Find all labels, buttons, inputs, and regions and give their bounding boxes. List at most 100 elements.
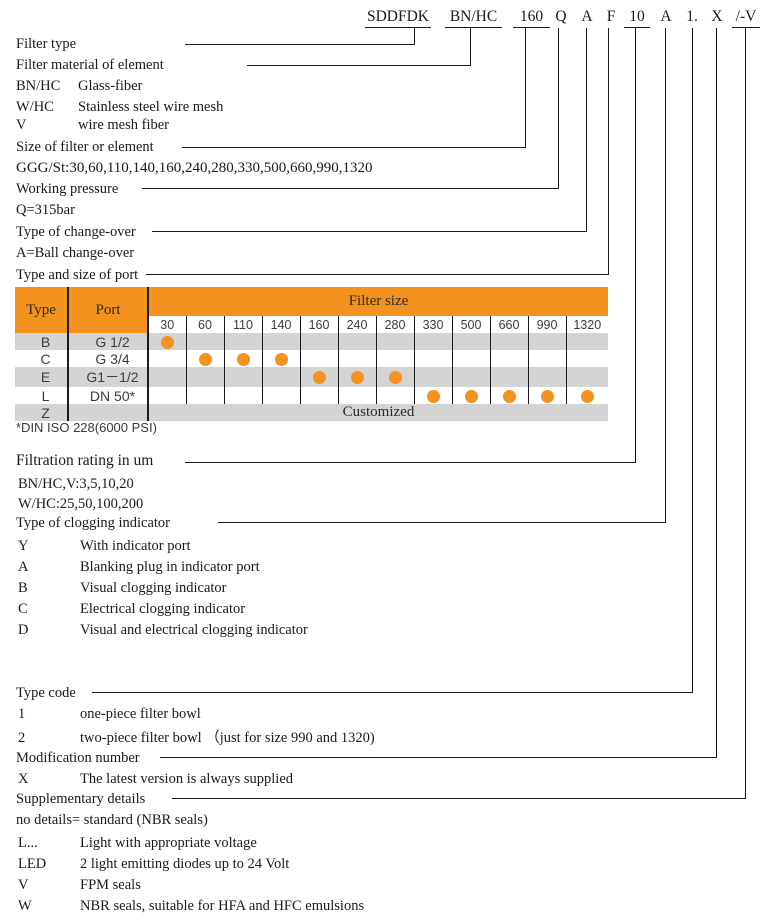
- clogging-code-4: D: [18, 622, 29, 638]
- availability-dot: [236, 352, 250, 366]
- mark-cell: [300, 333, 339, 350]
- material-code-2: V: [16, 117, 27, 133]
- mark-cell: [528, 387, 567, 404]
- order-code-string: SDDFDK BN/HC 160 Q A F 10 A 1. X /-V: [0, 8, 772, 30]
- leader-h-type-code: [92, 692, 693, 693]
- mark-cell: [338, 350, 377, 367]
- leader-h-modification: [160, 757, 717, 758]
- code-segment-size: 160: [513, 8, 550, 28]
- supplementary-desc-2: FPM seals: [80, 877, 141, 893]
- mark-cell: [300, 387, 339, 404]
- supplementary-row-0: L... Light with appropriate voltage: [18, 835, 257, 851]
- mark-cell: [490, 387, 529, 404]
- supplementary-desc-0: Light with appropriate voltage: [80, 835, 257, 851]
- mark-cell: [452, 367, 491, 387]
- mark-cell: [186, 367, 225, 387]
- type-code-desc-0: one-piece filter bowl: [80, 706, 201, 722]
- leader-v-type-code: [692, 28, 693, 693]
- size-header-4: 160: [300, 316, 339, 333]
- mark-cell: [262, 367, 301, 387]
- mark-cell: [186, 333, 225, 350]
- mark-cell: [452, 333, 491, 350]
- mark-cell: [186, 350, 225, 367]
- availability-dot: [198, 352, 212, 366]
- leader-h-supplementary: [172, 798, 746, 799]
- availability-dot: [540, 389, 554, 403]
- mark-cell: [528, 333, 567, 350]
- size-header-7: 330: [414, 316, 453, 333]
- leader-v-filter-type: [414, 28, 415, 45]
- clogging-row-3: C Electrical clogging indicator: [18, 601, 245, 617]
- label-filtration-rating: Filtration rating in um: [16, 452, 154, 469]
- leader-h-filter-type: [185, 44, 415, 45]
- mark-cell: [148, 350, 187, 367]
- mark-cell: [224, 387, 263, 404]
- supplementary-code-1: LED: [18, 856, 47, 872]
- modification-desc-0: The latest version is always supplied: [80, 771, 294, 787]
- mark-cell: [490, 350, 529, 367]
- leader-h-clogging: [218, 522, 666, 523]
- note-din-iso: *DIN ISO 228(6000 PSI): [16, 420, 157, 435]
- type-code-code-0: 1: [18, 706, 26, 722]
- leader-h-changeover: [152, 231, 587, 232]
- ordering-code-diagram: SDDFDK BN/HC 160 Q A F 10 A 1. X /-V Fil…: [0, 0, 772, 921]
- leader-v-filter-material: [470, 28, 471, 66]
- mark-cell: [224, 367, 263, 387]
- table-row: E G1－1/2: [15, 367, 609, 387]
- availability-dot: [502, 389, 516, 403]
- material-desc-1: Stainless steel wire mesh: [78, 99, 224, 115]
- mark-cell: [148, 333, 187, 350]
- value-filtration-1: W/HC:25,50,100,200: [18, 496, 144, 512]
- size-header-11: 1320: [566, 316, 609, 333]
- material-desc-2: wire mesh fiber: [78, 117, 169, 133]
- code-segment-filter-material: BN/HC: [445, 8, 502, 28]
- code-segment-type-code: 1.: [686, 8, 698, 25]
- mark-cell: [300, 367, 339, 387]
- availability-dot: [580, 389, 594, 403]
- clogging-row-1: A Blanking plug in indicator port: [18, 559, 260, 575]
- mark-cell: [566, 387, 608, 404]
- mark-cell: [148, 387, 187, 404]
- row-port-3: DN 50*: [68, 387, 149, 404]
- leader-h-working-pressure: [142, 188, 559, 189]
- mark-cell: [528, 367, 567, 387]
- value-sizes-list: GGG/St:30,60,110,140,160,240,280,330,500…: [16, 160, 373, 176]
- clogging-desc-2: Visual clogging indicator: [80, 580, 227, 596]
- row-port-0: G 1/2: [68, 333, 149, 350]
- mark-cell: [566, 367, 608, 387]
- label-type-of-clogging-indicator: Type of clogging indicator: [16, 515, 171, 531]
- modification-code-0: X: [18, 771, 29, 787]
- leader-v-changeover: [586, 28, 587, 232]
- size-header-9: 660: [490, 316, 529, 333]
- label-filter-type: Filter type: [16, 36, 77, 52]
- clogging-code-0: Y: [18, 538, 29, 554]
- mark-cell: [528, 350, 567, 367]
- row-port-2: G1－1/2: [68, 367, 149, 387]
- material-row-1: W/HC Stainless steel wire mesh: [16, 99, 223, 115]
- label-filter-material: Filter material of element: [16, 57, 164, 73]
- mark-cell: [452, 387, 491, 404]
- label-modification-number: Modification number: [16, 750, 140, 766]
- leader-v-size: [525, 28, 526, 148]
- table-header-filter-size: Filter size: [148, 287, 609, 316]
- leader-h-size: [182, 147, 526, 148]
- supplementary-desc-1: 2 light emitting diodes up to 24 Volt: [80, 856, 290, 872]
- value-supplementary-no-details: no details= standard (NBR seals): [16, 812, 208, 828]
- material-row-2: Vwire mesh fiber: [16, 117, 169, 133]
- mark-cell: [490, 367, 529, 387]
- value-changeover: A=Ball change-over: [16, 245, 135, 261]
- leader-v-port: [608, 28, 609, 275]
- label-type-and-size-of-port: Type and size of port: [16, 267, 139, 283]
- leader-v-clogging: [665, 28, 666, 523]
- material-code-1: W/HC: [16, 99, 54, 115]
- code-segment-filtration-rating: 10: [624, 8, 650, 28]
- size-header-2: 110: [224, 316, 263, 333]
- type-code-row-1: 2 two-piece filter bowl （just for size 99…: [18, 730, 375, 746]
- mark-cell: [262, 387, 301, 404]
- clogging-desc-3: Electrical clogging indicator: [80, 601, 246, 617]
- size-header-8: 500: [452, 316, 491, 333]
- supplementary-code-0: L...: [18, 835, 38, 851]
- mark-cell: [338, 367, 377, 387]
- leader-v-working-pressure: [558, 28, 559, 189]
- table-header-type: Type: [15, 287, 69, 333]
